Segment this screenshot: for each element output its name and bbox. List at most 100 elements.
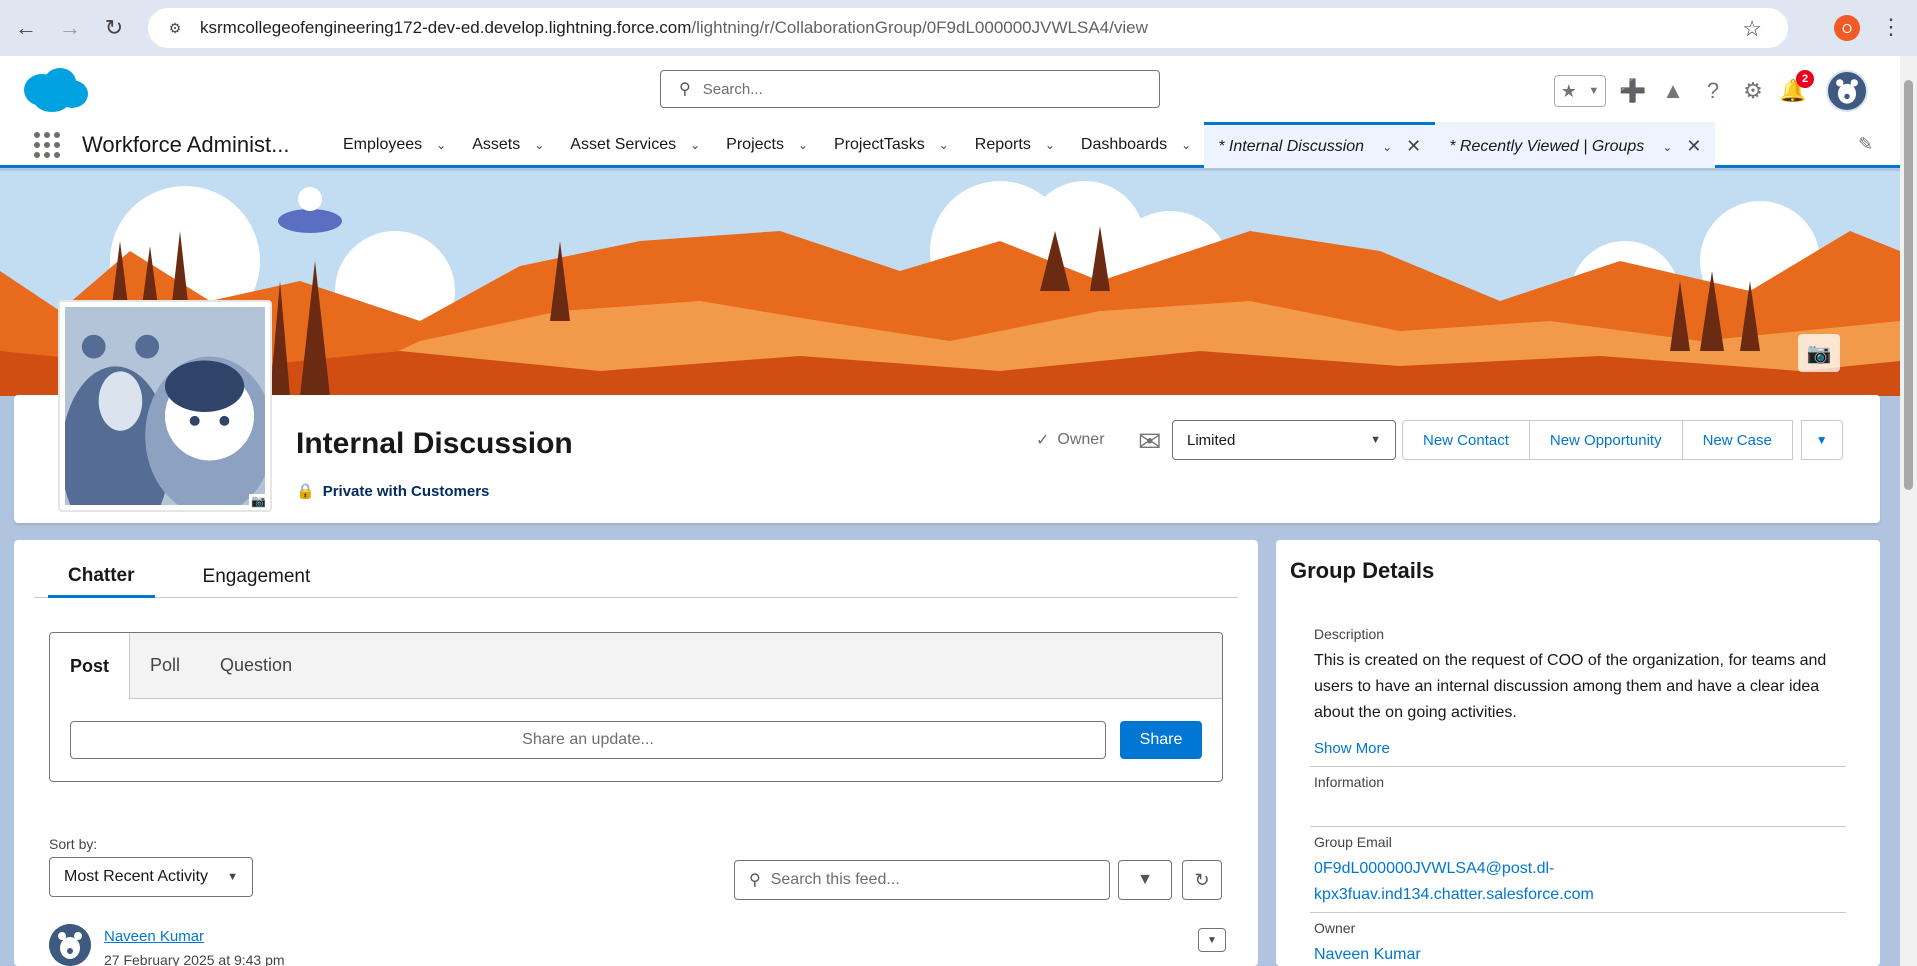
publisher-tab-poll[interactable]: Poll bbox=[130, 633, 200, 698]
trailhead-icon[interactable]: ▲ bbox=[1660, 78, 1686, 104]
close-icon[interactable]: ✕ bbox=[1686, 136, 1701, 157]
chatter-card: Chatter Engagement Post Poll Question Sh… bbox=[14, 540, 1258, 966]
group-details-card: Group Details Description This is create… bbox=[1276, 540, 1880, 966]
show-more-link[interactable]: Show More bbox=[1314, 736, 1844, 762]
favorites-button[interactable]: ★ ▼ bbox=[1554, 75, 1606, 107]
group-avatar-image bbox=[61, 307, 274, 545]
nav-item-employees[interactable]: Employees ⌄ bbox=[330, 122, 459, 168]
chatter-tabs: Chatter Engagement bbox=[34, 556, 1238, 598]
chevron-down-icon[interactable]: ⌄ bbox=[1181, 138, 1191, 152]
close-icon[interactable]: ✕ bbox=[1406, 136, 1421, 157]
header-action-buttons: New Contact New Opportunity New Case ▼ bbox=[1402, 420, 1843, 460]
group-photo: 📷 bbox=[58, 300, 274, 545]
search-icon: ⚲ bbox=[749, 872, 761, 889]
email-envelope-icon: ✉ bbox=[1138, 426, 1162, 457]
help-icon[interactable]: ? bbox=[1700, 78, 1726, 104]
group-email-value[interactable]: 0F9dL000000JVWLSA4@post.dl-kpx3fuav.ind1… bbox=[1314, 856, 1844, 908]
chevron-down-icon[interactable]: ⌄ bbox=[798, 138, 808, 152]
more-actions-button[interactable]: ▼ bbox=[1800, 420, 1843, 460]
post-author-link[interactable]: Naveen Kumar bbox=[104, 928, 204, 945]
post-actions-menu[interactable]: ▼ bbox=[1198, 928, 1226, 952]
sort-label: Sort by: bbox=[49, 836, 98, 852]
publisher-tabs: Post Poll Question bbox=[50, 633, 1222, 699]
edit-nav-pencil-icon[interactable]: ✎ bbox=[1858, 134, 1873, 155]
tab-chatter[interactable]: Chatter bbox=[48, 556, 155, 598]
page-scrollbar[interactable] bbox=[1900, 56, 1917, 966]
new-contact-button[interactable]: New Contact bbox=[1402, 420, 1530, 460]
group-email-label: Group Email bbox=[1314, 834, 1392, 850]
owner-status: ✓ Owner bbox=[1036, 431, 1105, 449]
nav-item-projects[interactable]: Projects ⌄ bbox=[713, 122, 821, 168]
feed-search-input[interactable]: ⚲ Search this feed... bbox=[734, 860, 1110, 900]
description-value: This is created on the request of COO of… bbox=[1314, 652, 1827, 721]
photo-camera-icon[interactable]: 📷 bbox=[249, 494, 268, 508]
salesforce-logo-icon[interactable] bbox=[18, 64, 90, 114]
nav-item-projecttasks[interactable]: ProjectTasks ⌄ bbox=[821, 122, 962, 168]
global-search-input[interactable]: ⚲ Search... bbox=[660, 70, 1160, 108]
app-navigation-bar: Workforce Administ... Employees ⌄ Assets ⌄… bbox=[0, 122, 1900, 168]
search-icon: ⚲ bbox=[679, 81, 691, 98]
publisher-tab-question[interactable]: Question bbox=[200, 633, 312, 698]
chevron-down-icon: ▼ bbox=[227, 871, 238, 883]
divider bbox=[1310, 826, 1846, 827]
share-update-input[interactable]: Share an update... bbox=[70, 721, 1106, 759]
chevron-down-icon[interactable]: ⌄ bbox=[534, 138, 544, 152]
back-icon[interactable]: ← bbox=[6, 8, 46, 48]
tab-internal-discussion[interactable]: * Internal Discussion ⌄ ✕ bbox=[1204, 122, 1436, 168]
information-label: Information bbox=[1314, 774, 1385, 790]
reload-icon[interactable]: ↻ bbox=[94, 8, 134, 48]
forward-icon[interactable]: → bbox=[50, 8, 90, 48]
divider bbox=[1310, 766, 1846, 767]
chevron-down-icon: ▼ bbox=[1815, 433, 1828, 447]
notifications-bell-icon[interactable]: 🔔 2 bbox=[1779, 70, 1814, 104]
chevron-down-icon[interactable]: ⌄ bbox=[1045, 138, 1055, 152]
app-launcher-icon[interactable] bbox=[34, 132, 60, 158]
publisher-tab-post[interactable]: Post bbox=[50, 633, 131, 699]
browser-profile-avatar[interactable]: O bbox=[1834, 15, 1860, 41]
chevron-down-icon: ▼ bbox=[1588, 85, 1600, 97]
setup-gear-icon[interactable]: ⚙ bbox=[1740, 78, 1766, 104]
nav-items: Employees ⌄ Assets ⌄ Asset Services ⌄ Proje… bbox=[330, 122, 1716, 168]
feed-filter-button[interactable]: ▼ bbox=[1118, 860, 1172, 900]
chevron-down-icon: ▼ bbox=[1207, 934, 1217, 946]
refresh-icon: ↻ bbox=[1194, 869, 1210, 890]
bookmark-star-icon[interactable]: ☆ bbox=[1742, 16, 1762, 42]
banner-camera-icon[interactable]: 📷 bbox=[1798, 334, 1840, 372]
filter-icon: ▼ bbox=[1137, 871, 1153, 888]
chevron-down-icon[interactable]: ⌄ bbox=[690, 138, 700, 152]
chatter-publisher: Post Poll Question Share an update... Sh… bbox=[49, 632, 1223, 782]
email-frequency-select[interactable]: Limited ▼ bbox=[1172, 420, 1396, 460]
group-banner-image bbox=[0, 171, 1900, 396]
chevron-down-icon: ▼ bbox=[1370, 434, 1381, 446]
header-tools: ★ ▼ ➕ ▲ ? ⚙ 🔔 2 bbox=[1554, 70, 1868, 112]
nav-item-dashboards[interactable]: Dashboards ⌄ bbox=[1068, 122, 1204, 168]
chevron-down-icon[interactable]: ⌄ bbox=[436, 138, 446, 152]
tab-recently-viewed-groups[interactable]: * Recently Viewed | Groups ⌄ ✕ bbox=[1435, 122, 1716, 168]
address-bar[interactable]: ⚙ ksrmcollegeofengineering172-dev-ed.dev… bbox=[148, 8, 1788, 48]
group-details-title: Group Details bbox=[1290, 558, 1435, 583]
chevron-down-icon[interactable]: ⌄ bbox=[1662, 140, 1672, 154]
browser-menu-icon[interactable]: ⋮ bbox=[1880, 14, 1902, 40]
global-actions-icon[interactable]: ➕ bbox=[1619, 78, 1646, 104]
scrollbar-thumb[interactable] bbox=[1904, 80, 1913, 490]
nav-item-asset-services[interactable]: Asset Services ⌄ bbox=[557, 122, 713, 168]
browser-toolbar: ← → ↻ ⚙ ksrmcollegeofengineering172-dev-… bbox=[0, 0, 1917, 56]
user-avatar[interactable] bbox=[1826, 70, 1868, 112]
sort-select[interactable]: Most Recent Activity ▼ bbox=[49, 857, 253, 897]
new-case-button[interactable]: New Case bbox=[1682, 420, 1793, 460]
chevron-down-icon[interactable]: ⌄ bbox=[1382, 140, 1392, 154]
nav-item-reports[interactable]: Reports ⌄ bbox=[962, 122, 1068, 168]
feed-refresh-button[interactable]: ↻ bbox=[1182, 860, 1222, 900]
global-header: ⚲ Search... ★ ▼ ➕ ▲ ? ⚙ 🔔 2 bbox=[0, 56, 1900, 122]
site-settings-icon[interactable]: ⚙ bbox=[164, 17, 186, 39]
owner-link[interactable]: Naveen Kumar bbox=[1314, 942, 1844, 966]
new-opportunity-button[interactable]: New Opportunity bbox=[1529, 420, 1683, 460]
post-timestamp[interactable]: 27 February 2025 at 9:43 pm bbox=[104, 952, 285, 966]
chevron-down-icon[interactable]: ⌄ bbox=[939, 138, 949, 152]
share-button[interactable]: Share bbox=[1120, 721, 1202, 759]
page-title: Internal Discussion bbox=[296, 427, 573, 460]
tab-engagement[interactable]: Engagement bbox=[183, 556, 331, 598]
description-label: Description bbox=[1314, 626, 1385, 642]
nav-item-assets[interactable]: Assets ⌄ bbox=[459, 122, 557, 168]
post-author-avatar[interactable] bbox=[49, 924, 91, 966]
